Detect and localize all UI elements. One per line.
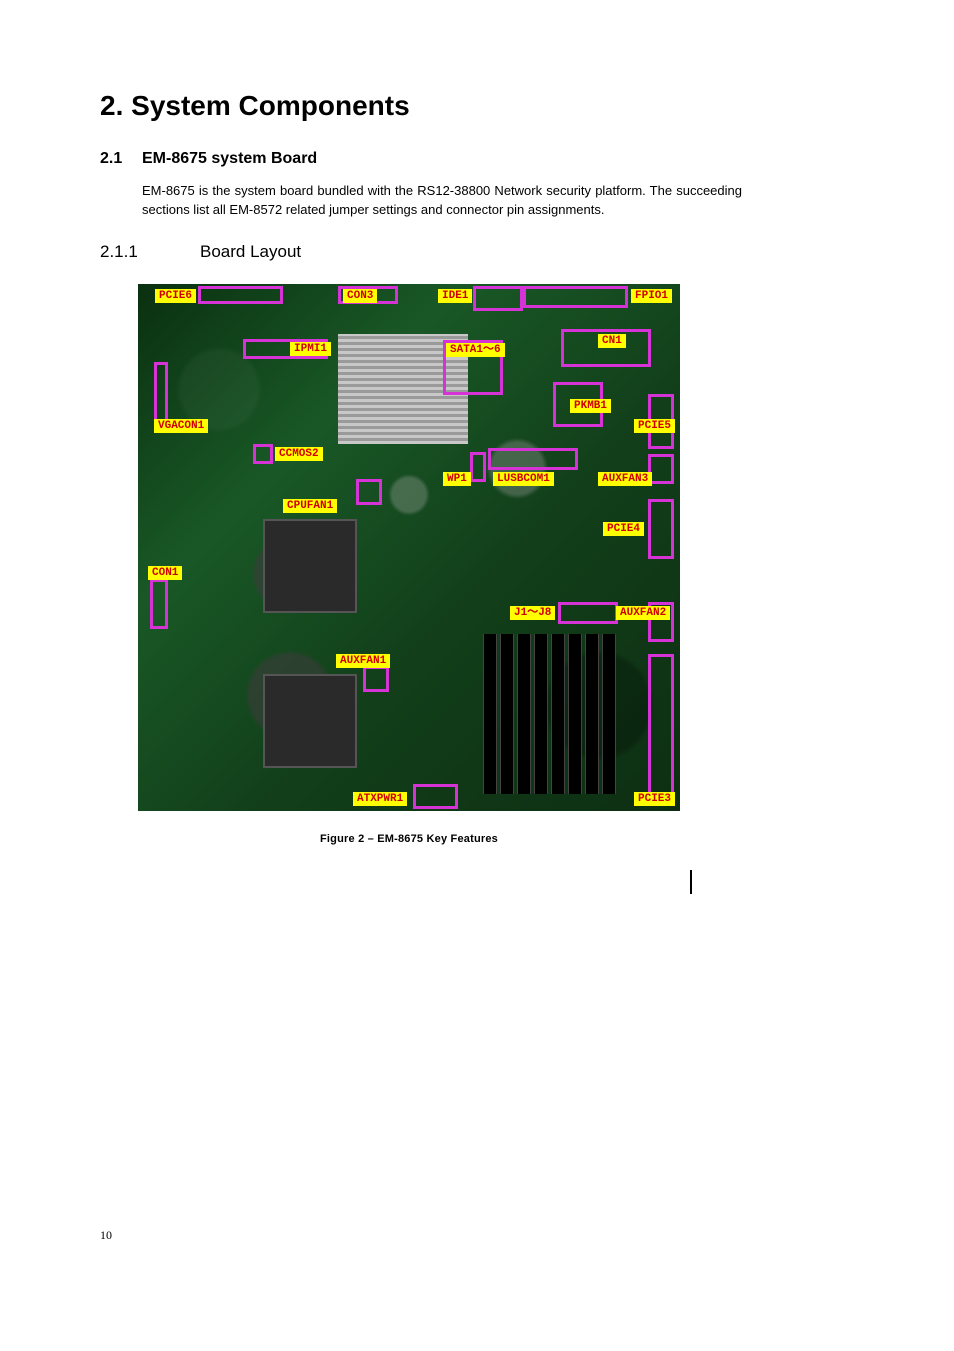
highlight-box <box>356 479 382 505</box>
dimm-slots-graphic <box>585 634 599 794</box>
subsection-number: 2.1.1 <box>100 242 200 262</box>
highlight-box <box>470 452 486 482</box>
board-layout-figure: PCIE6 CON3 IDE1 FPIO1 IPMI1 SATA1～6 CN1 … <box>138 284 680 811</box>
label-lusbcom1: LUSBCOM1 <box>493 472 554 486</box>
label-j1j8: J1～J8 <box>510 606 555 620</box>
figure-caption: Figure 2 – EM-8675 Key Features <box>138 833 680 845</box>
label-pkmb1: PKMB1 <box>570 399 611 413</box>
section-number: 2.1 <box>100 150 142 168</box>
dimm-slots-graphic <box>551 634 565 794</box>
label-cn1: CN1 <box>598 334 626 348</box>
label-con3: CON3 <box>343 289 377 303</box>
label-pcie5: PCIE5 <box>634 419 675 433</box>
label-auxfan1: AUXFAN1 <box>336 654 390 668</box>
chapter-number: 2. <box>100 90 123 121</box>
document-page: 2. System Components 2.1 EM-8675 system … <box>0 0 954 845</box>
subsection-heading: 2.1.1 Board Layout <box>100 242 854 262</box>
label-wp1: WP1 <box>443 472 471 486</box>
label-ccmos2: CCMOS2 <box>275 447 323 461</box>
page-number: 10 <box>100 1228 112 1243</box>
highlight-box <box>150 579 168 629</box>
section-heading: 2.1 EM-8675 system Board <box>100 150 854 168</box>
label-sata: SATA1～6 <box>446 343 505 357</box>
label-cpufan1: CPUFAN1 <box>283 499 337 513</box>
label-ide1: IDE1 <box>438 289 472 303</box>
label-ipmi1: IPMI1 <box>290 342 331 356</box>
label-pcie6: PCIE6 <box>155 289 196 303</box>
label-con1: CON1 <box>148 566 182 580</box>
chapter-title: System Components <box>131 90 410 121</box>
label-pcie4: PCIE4 <box>603 522 644 536</box>
chapter-heading: 2. System Components <box>100 90 854 122</box>
label-atxpwr1: ATXPWR1 <box>353 792 407 806</box>
highlight-box <box>488 448 578 470</box>
dimm-slots-graphic <box>534 634 548 794</box>
dimm-slots-graphic <box>517 634 531 794</box>
cpu-socket-graphic <box>263 674 357 768</box>
label-fpio1: FPIO1 <box>631 289 672 303</box>
label-pcie3: PCIE3 <box>634 792 675 806</box>
highlight-box <box>523 286 628 308</box>
section-title: EM-8675 system Board <box>142 150 317 168</box>
dimm-slots-graphic <box>500 634 514 794</box>
dimm-slots-graphic <box>602 634 616 794</box>
subsection-title: Board Layout <box>200 242 301 262</box>
section-paragraph: EM-8675 is the system board bundled with… <box>142 182 742 220</box>
highlight-box <box>473 286 523 311</box>
highlight-box <box>198 286 283 304</box>
highlight-box <box>413 784 458 809</box>
highlight-box <box>154 362 168 422</box>
highlight-box <box>363 666 389 692</box>
highlight-box <box>558 602 618 624</box>
label-vgacon1: VGACON1 <box>154 419 208 433</box>
highlight-box <box>253 444 273 464</box>
text-cursor-icon <box>690 870 692 894</box>
cpu-socket-graphic <box>263 519 357 613</box>
highlight-box <box>648 499 674 559</box>
highlight-box <box>648 654 674 804</box>
dimm-slots-graphic <box>483 634 497 794</box>
dimm-slots-graphic <box>568 634 582 794</box>
label-auxfan2: AUXFAN2 <box>616 606 670 620</box>
label-auxfan3: AUXFAN3 <box>598 472 652 486</box>
